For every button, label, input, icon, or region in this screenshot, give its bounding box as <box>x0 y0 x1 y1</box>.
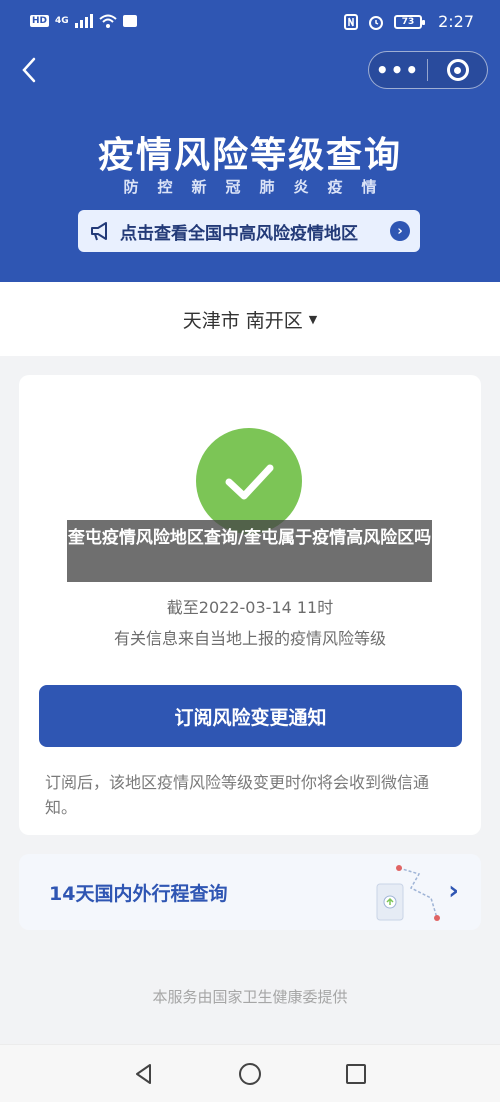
hd-icon: HD <box>30 15 50 27</box>
region-selector[interactable]: 天津市 南开区 ▼ <box>0 282 500 356</box>
back-button[interactable] <box>12 52 46 88</box>
battery-icon: 73 <box>394 14 426 29</box>
status-bar: HD 4G 73 2:27 <box>0 0 500 46</box>
high-risk-areas-link[interactable]: 点击查看全国中高风险疫情地区 › <box>78 210 420 252</box>
battery-level: 73 <box>401 16 415 27</box>
caret-down-icon: ▼ <box>308 312 318 326</box>
route-map-icon <box>376 865 440 921</box>
page-subtitle: 防控新冠肺炎疫情 <box>123 178 396 196</box>
miniprogram-capsule: ••• <box>368 51 488 89</box>
subscribe-note: 订阅后，该地区疫情风险等级变更时你将会收到微信通知。 <box>45 773 430 817</box>
wifi-icon <box>99 14 117 28</box>
signal-icon <box>74 14 93 28</box>
check-circle-icon <box>196 428 302 534</box>
overlay-caption: 奎屯疫情风险地区查询/奎屯属于疫情高风险区吗 <box>67 520 432 582</box>
system-nav-bar <box>0 1044 500 1102</box>
network-type: 4G <box>55 16 69 26</box>
chevron-right-icon: › <box>448 876 459 906</box>
source-text: 有关信息来自当地上报的疫情风险等级 <box>113 629 386 648</box>
more-button[interactable]: ••• <box>369 51 427 89</box>
clock: 2:27 <box>438 12 474 31</box>
notice-text: 点击查看全国中高风险疫情地区 <box>120 223 358 244</box>
close-target-icon <box>446 59 469 81</box>
nav-back-icon[interactable] <box>132 1062 156 1086</box>
chevron-right-icon: › <box>390 221 410 241</box>
nav-recents-icon[interactable] <box>344 1062 368 1086</box>
travel-query-title: 14天国内外行程查询 <box>49 883 228 905</box>
deadline-text: 截至2022-03-14 11时 <box>166 598 334 617</box>
chevron-left-icon <box>22 57 36 83</box>
provider-text: 本服务由国家卫生健康委提供 <box>152 988 348 1006</box>
header-banner: HD 4G 73 2:27 ••• 疫情风险等级查询 防控新冠肺炎疫情 点击查看… <box>0 0 500 282</box>
subscribe-button[interactable]: 订阅风险变更通知 <box>39 685 462 747</box>
megaphone-icon <box>91 222 107 241</box>
alarm-icon <box>369 15 384 30</box>
nav-home-icon[interactable] <box>238 1062 262 1086</box>
page-title: 疫情风险等级查询 <box>97 135 402 176</box>
close-button[interactable] <box>428 59 487 81</box>
travel-query-card[interactable]: 14天国内外行程查询 › <box>19 854 481 930</box>
message-icon <box>122 15 137 27</box>
region-label: 天津市 南开区 <box>182 309 303 332</box>
nfc-icon <box>344 13 359 30</box>
